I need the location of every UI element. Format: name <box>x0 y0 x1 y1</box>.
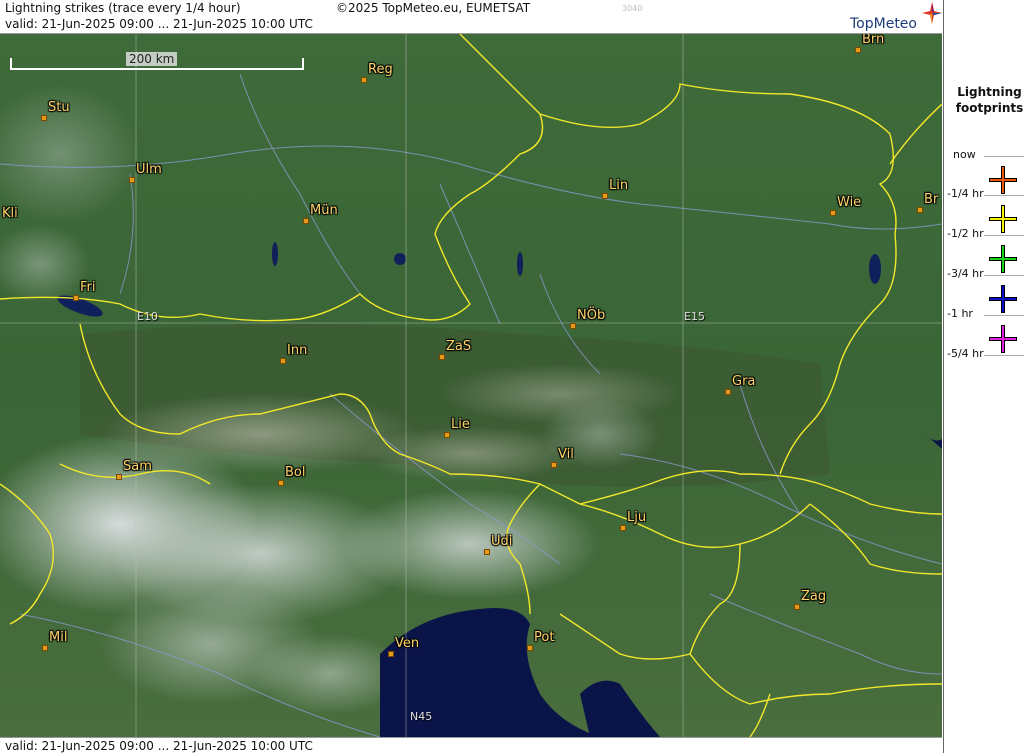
copyright: ©2025 TopMeteo.eu, EUMETSAT <box>336 1 531 15</box>
city-dot <box>484 549 490 555</box>
city-dot <box>303 218 309 224</box>
city-label: Fri <box>80 280 96 295</box>
legend-title-line2: footprints <box>955 101 1024 115</box>
legend-title-line1: Lightning <box>957 85 1022 99</box>
map-code: 3040 <box>622 4 643 13</box>
city-dot <box>602 193 608 199</box>
city-dot <box>917 207 923 213</box>
lightning-legend: Lightning footprints now -1/4 hr -1/2 hr… <box>943 0 1034 753</box>
city-label: Lju <box>627 510 647 525</box>
legend-row: -1/2 hr <box>944 227 1034 273</box>
satellite-map[interactable]: 200 km E10 E15 N45 Brn Reg Stu Ulm Lin K… <box>0 34 942 737</box>
map-base <box>0 34 942 737</box>
map-footer: valid: 21-Jun-2025 09:00 ... 21-Jun-2025… <box>0 737 942 754</box>
legend-label: -1/4 hr <box>947 187 984 200</box>
legend-title: Lightning footprints <box>944 84 1034 116</box>
city-dot <box>830 210 836 216</box>
map-header: Lightning strikes (trace every 1/4 hour)… <box>0 0 942 34</box>
city-label: Vil <box>558 447 574 462</box>
legend-row: now <box>944 148 1034 194</box>
city-dot <box>570 323 576 329</box>
city-label: NÖb <box>577 308 606 323</box>
city-label: Bol <box>285 465 306 480</box>
legend-label: -1 hr <box>947 307 973 320</box>
city-label: Brn <box>862 34 885 47</box>
legend-label: now <box>953 148 976 161</box>
city-dot <box>278 480 284 486</box>
city-dot <box>361 77 367 83</box>
city-label: Wie <box>837 195 862 210</box>
grid-label-e10: E10 <box>137 310 158 323</box>
city-label: Udi <box>491 534 513 549</box>
grid-label-e15: E15 <box>684 310 705 323</box>
legend-row: -3/4 hr <box>944 267 1034 313</box>
city-dot <box>855 47 861 53</box>
city-label: Inn <box>287 343 308 358</box>
city-label: Gra <box>732 374 756 389</box>
city-dot <box>725 389 731 395</box>
city-label: Sam <box>123 459 152 474</box>
legend-divider <box>984 195 1024 196</box>
legend-divider <box>984 156 1024 157</box>
city-label: Lie <box>451 417 470 432</box>
city-dot <box>794 604 800 610</box>
city-dot <box>42 645 48 651</box>
city-dot <box>280 358 286 364</box>
legend-label: -5/4 hr <box>947 347 984 360</box>
city-label: Kli <box>2 206 18 221</box>
city-dot <box>73 295 79 301</box>
city-dot <box>129 177 135 183</box>
city-label: Reg <box>368 62 393 77</box>
map-title: Lightning strikes (trace every 1/4 hour) <box>5 1 241 15</box>
city-dot <box>620 525 626 531</box>
city-label: Mil <box>49 630 68 645</box>
city-label: Zag <box>801 589 827 604</box>
logo-text: TopMeteo <box>850 16 917 32</box>
topmeteo-logo[interactable]: TopMeteo <box>850 2 942 32</box>
city-label: Br <box>924 192 939 207</box>
compass-star-icon <box>922 2 942 24</box>
city-label: Lin <box>609 178 629 193</box>
city-label: Ulm <box>136 162 162 177</box>
city-dot <box>41 115 47 121</box>
city-label: Mün <box>310 203 338 218</box>
valid-time: valid: 21-Jun-2025 09:00 ... 21-Jun-2025… <box>5 17 313 31</box>
legend-label: -3/4 hr <box>947 267 984 280</box>
legend-divider <box>984 275 1024 276</box>
legend-label: -1/2 hr <box>947 227 984 240</box>
city-dot <box>388 651 394 657</box>
city-label: ZaS <box>446 339 472 354</box>
scale-label: 200 km <box>126 52 178 66</box>
city-dot <box>527 645 533 651</box>
footer-valid-time: valid: 21-Jun-2025 09:00 ... 21-Jun-2025… <box>5 739 313 753</box>
city-dot <box>439 354 445 360</box>
city-label: Pot <box>534 630 555 645</box>
legend-row: -1 hr <box>944 307 1034 353</box>
legend-divider <box>984 355 1024 356</box>
legend-divider <box>984 235 1024 236</box>
city-dot <box>116 474 122 480</box>
city-dot <box>551 462 557 468</box>
city-label: Stu <box>48 100 70 115</box>
city-label: Ven <box>395 636 420 651</box>
grid-label-n45: N45 <box>410 710 433 723</box>
legend-row: -5/4 hr <box>944 347 1034 389</box>
legend-row: -1/4 hr <box>944 187 1034 233</box>
legend-divider <box>984 315 1024 316</box>
city-dot <box>444 432 450 438</box>
